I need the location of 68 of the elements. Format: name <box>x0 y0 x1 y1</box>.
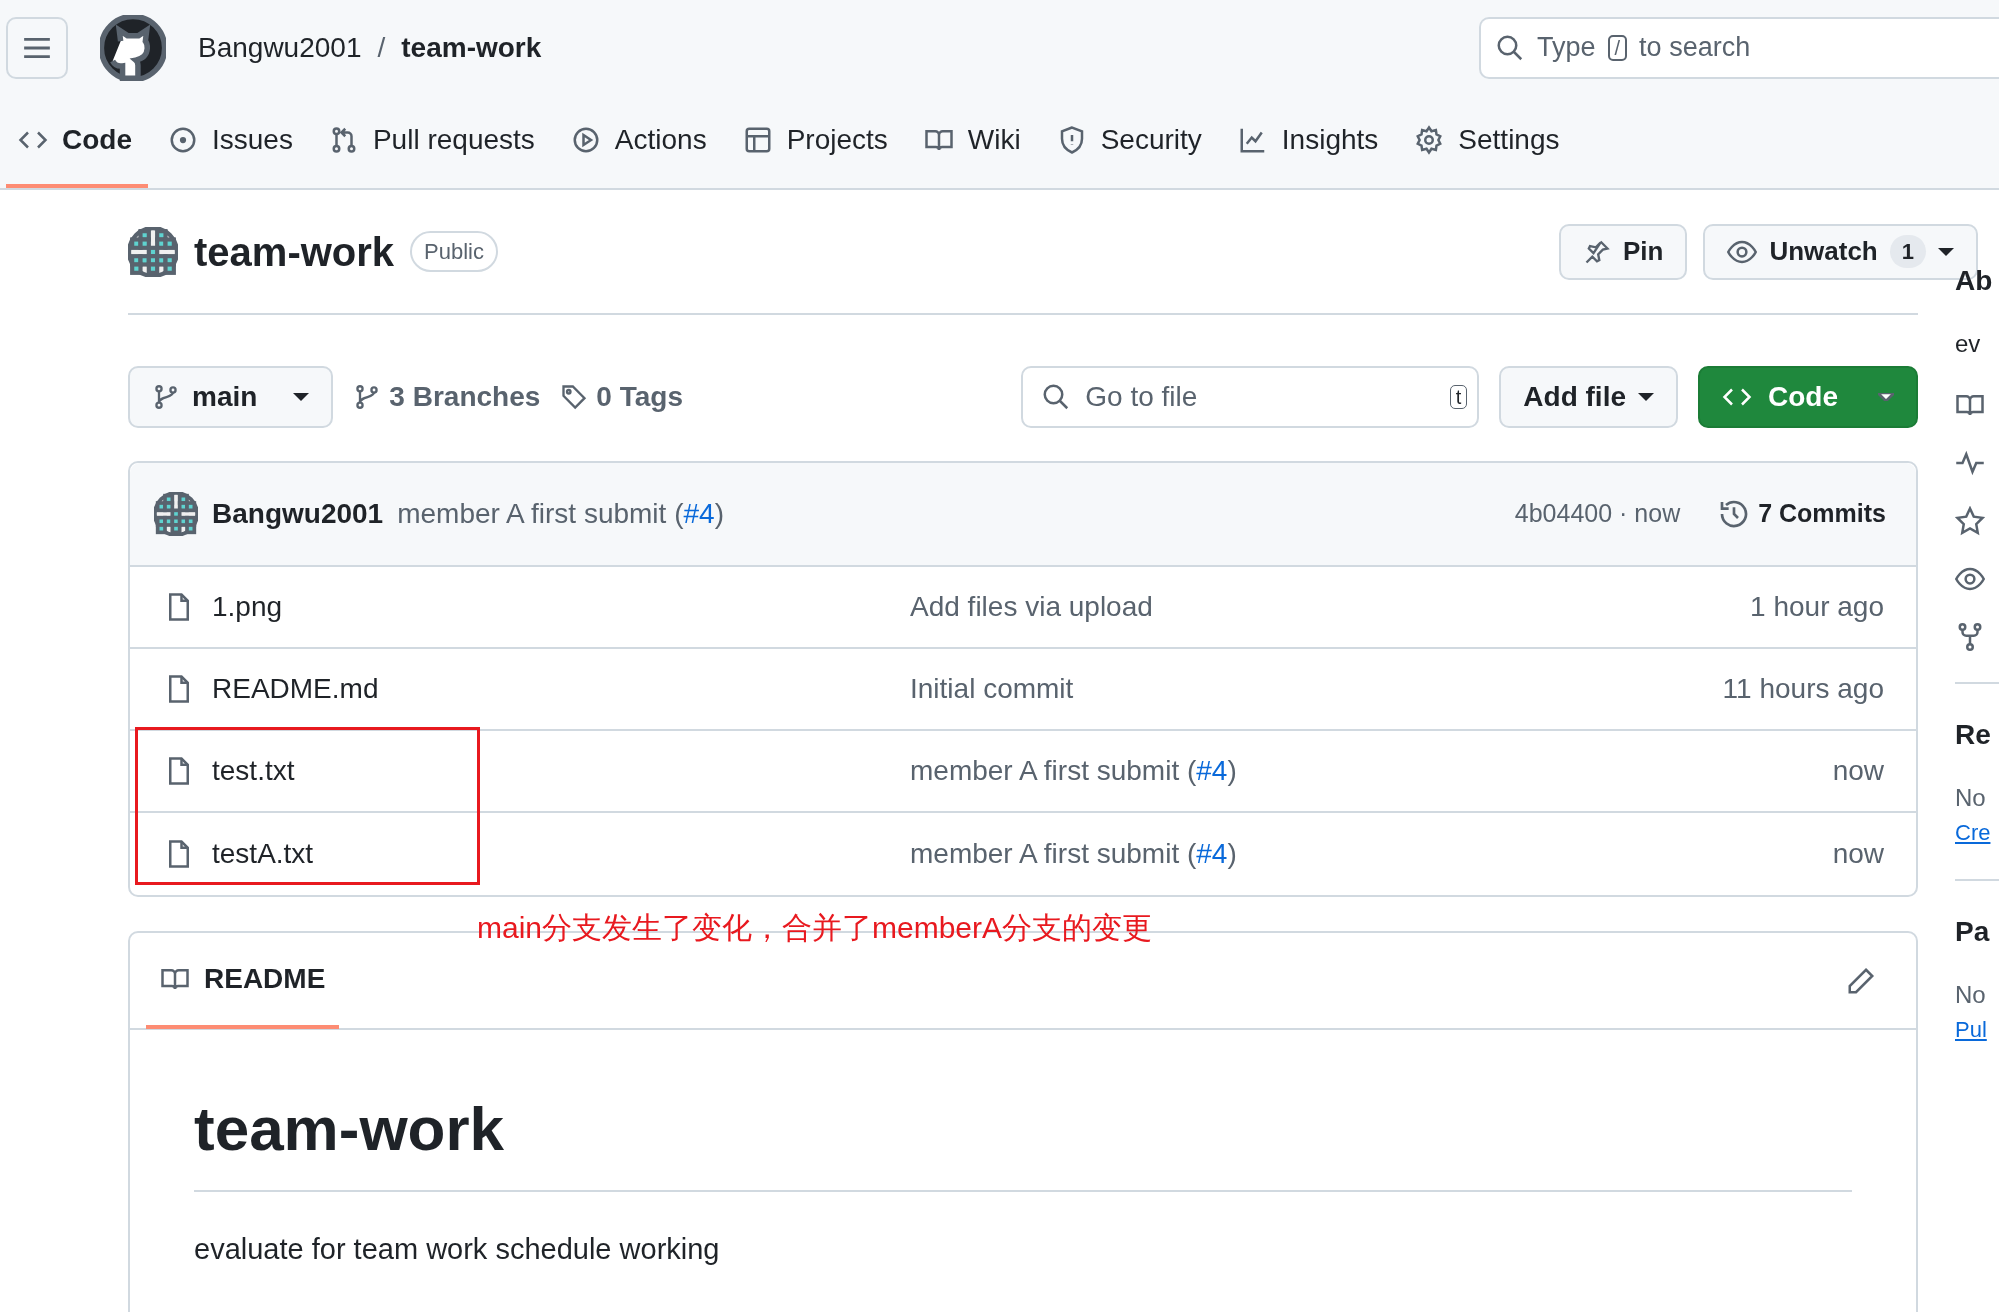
file-name-link[interactable]: testA.txt <box>194 833 910 875</box>
branch-button[interactable]: main <box>128 366 334 428</box>
menu-button[interactable] <box>6 16 68 79</box>
pencil-icon <box>1846 965 1876 996</box>
logo-icon <box>100 14 166 81</box>
pulse-icon <box>1955 448 1985 478</box>
settings-icon <box>1414 124 1445 155</box>
file-name-link[interactable]: 1.png <box>194 586 910 628</box>
nav-tab[interactable]: Security <box>1044 95 1218 188</box>
readme-heading: team-work <box>194 1092 1852 1193</box>
nav-tab[interactable]: Actions <box>558 95 723 188</box>
watch-count: 1 <box>1889 235 1926 268</box>
nav-tab[interactable]: Code <box>6 95 148 188</box>
readme-tab[interactable]: README <box>146 932 340 1029</box>
nav-tab[interactable]: Wiki <box>911 95 1037 188</box>
annotation-text: main分支发生了变化，合并了memberA分支的变更 <box>477 913 1153 943</box>
visibility-label: Public <box>410 231 498 272</box>
avatar-icon <box>128 226 178 277</box>
file-time: 1 hour ago <box>1750 590 1884 624</box>
tags-link[interactable]: 0 Tags <box>560 376 683 418</box>
caret-icon <box>293 393 310 401</box>
nav-tab[interactable]: Projects <box>730 95 904 188</box>
file-time: now <box>1832 754 1884 788</box>
caret-icon <box>1638 393 1654 401</box>
releases-heading: Re <box>1955 718 1992 752</box>
file-commit-message: member A first submit (#4) <box>910 837 1237 871</box>
packages-heading: Pa <box>1955 915 1991 949</box>
file-commit-message: Initial commit <box>910 672 1074 706</box>
commit-hash-time: 4b04400 · now <box>1514 498 1681 530</box>
file-commit-message: Add files via upload <box>910 590 1153 624</box>
star-icon <box>1955 506 1985 536</box>
file-name-link[interactable]: README.md <box>194 668 910 710</box>
avatar-icon <box>154 492 198 536</box>
search-field[interactable]: Type / to search <box>1479 16 1999 79</box>
go-to-file-field[interactable]: Go to file t <box>1021 366 1480 428</box>
pull-request-link[interactable]: #4 <box>1196 755 1228 786</box>
publish-package-link[interactable]: Pul <box>1955 1013 1987 1046</box>
pin-button[interactable]: Pin <box>1558 223 1688 280</box>
file-commit-message: member A first submit (#4) <box>910 754 1237 788</box>
owner-link[interactable]: Bangwu2001 <box>198 26 362 69</box>
pull-request-link[interactable]: #4 <box>1196 838 1228 869</box>
description-text: ev <box>1955 329 1982 359</box>
releases-text: No <box>1955 783 1987 813</box>
nav-tab[interactable]: Insights <box>1225 95 1395 188</box>
pull-request-link[interactable]: #4 <box>683 498 715 529</box>
file-time: now <box>1832 837 1884 871</box>
repo-title: team-work <box>194 228 395 276</box>
add-file-button[interactable]: Add file <box>1499 366 1678 428</box>
caret-icon <box>1938 247 1954 256</box>
create-release-link[interactable]: Cre <box>1955 816 1991 849</box>
branches-link[interactable]: 3 Branches <box>353 376 541 418</box>
menu-icon <box>23 37 51 58</box>
file-name-link[interactable]: test.txt <box>194 750 910 792</box>
commit-message: member A first submit (#4) <box>397 497 724 531</box>
commit-author[interactable]: Bangwu2001 <box>212 493 384 535</box>
repo-link[interactable]: team-work <box>401 26 542 69</box>
nav-tab[interactable]: Settings <box>1402 95 1576 188</box>
nav-tab[interactable]: Pull requests <box>316 95 551 188</box>
code-button[interactable]: Code <box>1698 366 1918 428</box>
breadcrumb-separator: / <box>377 30 386 65</box>
branch-icon <box>152 383 180 411</box>
file-time: 11 hours ago <box>1722 672 1884 706</box>
tag-icon <box>560 383 589 411</box>
nav-tab[interactable]: Issues <box>156 95 309 188</box>
packages-text: No <box>1955 980 1987 1010</box>
readme-text: evaluate for team work schedule working <box>194 1232 721 1268</box>
caret-icon <box>1878 393 1894 401</box>
commits-link[interactable]: 7 Commits <box>1718 495 1886 533</box>
